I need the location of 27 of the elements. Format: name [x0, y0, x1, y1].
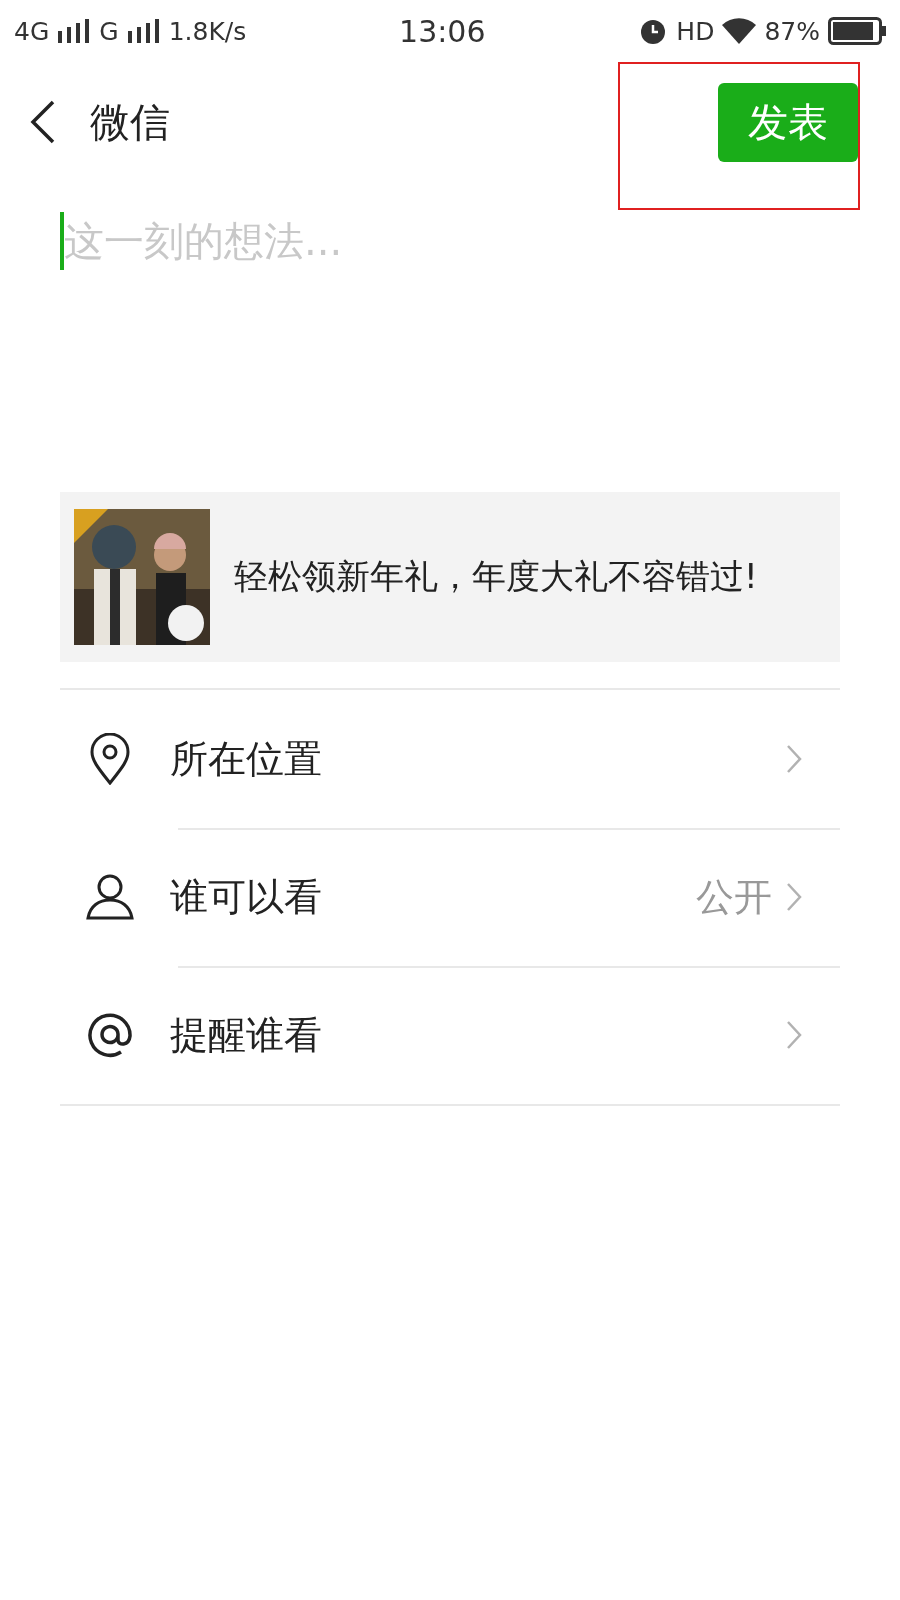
clock-time: 13:06: [399, 13, 486, 49]
back-icon[interactable]: [30, 100, 56, 144]
signal-icon: [57, 19, 92, 43]
network-label: G: [99, 16, 119, 46]
at-sign-icon: [85, 1010, 135, 1060]
page-title: 微信: [90, 97, 171, 147]
option-row[interactable]: 所在位置: [60, 690, 840, 828]
battery-icon: [828, 17, 886, 45]
network-speed: 1.8K/s: [168, 16, 247, 46]
option-label: 所在位置: [170, 735, 323, 783]
option-label: 提醒谁看: [170, 1011, 323, 1059]
link-card[interactable]: 轻松领新年礼，年度大礼不容错过!: [60, 492, 840, 662]
person-icon: [85, 874, 135, 920]
option-row[interactable]: 提醒谁看: [60, 966, 840, 1104]
chevron-icon: [786, 744, 802, 774]
option-value: 公开: [696, 873, 772, 921]
network-label: 4G: [14, 16, 50, 46]
option-row[interactable]: 谁可以看 公开: [60, 828, 840, 966]
hd-label: HD: [676, 16, 715, 46]
chevron-icon: [786, 1020, 802, 1050]
signal-icon: [126, 19, 161, 43]
card-text: 轻松领新年礼，年度大礼不容错过!: [234, 555, 758, 599]
battery-percent: 87%: [764, 16, 820, 46]
wifi-icon: [722, 18, 757, 44]
chevron-icon: [786, 882, 802, 912]
location-pin-icon: [89, 733, 131, 785]
option-label: 谁可以看: [170, 873, 323, 921]
